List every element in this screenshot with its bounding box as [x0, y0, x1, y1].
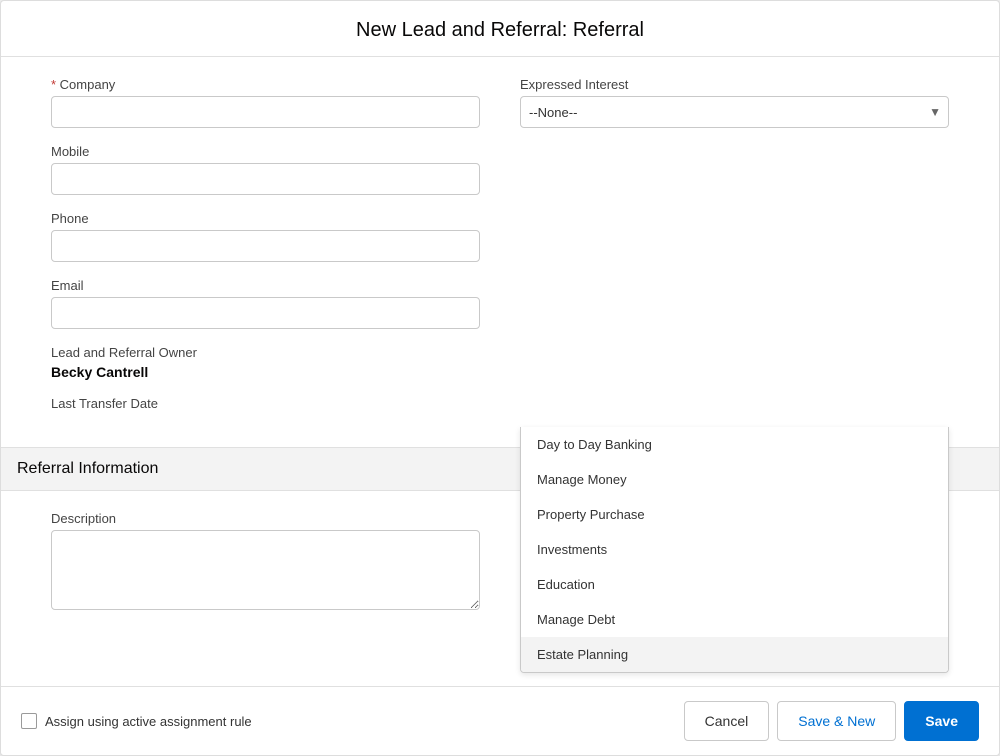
modal-title: New Lead and Referral: Referral [21, 19, 979, 42]
assignment-rule-checkbox[interactable] [21, 713, 37, 729]
footer-right: Cancel Save & New Save [684, 701, 979, 741]
phone-group: Phone [51, 211, 480, 262]
dropdown-item-0[interactable]: Day to Day Banking [521, 427, 948, 462]
phone-label: Phone [51, 211, 480, 226]
form-col-left-2: Description [51, 511, 480, 631]
description-group: Description [51, 511, 480, 615]
form-col-left-1: Company Mobile Phone Email Lead and Refe… [51, 77, 480, 427]
lead-owner-value: Becky Cantrell [51, 364, 480, 380]
email-label: Email [51, 278, 480, 293]
company-group: Company [51, 77, 480, 128]
expressed-interest-label: Expressed Interest [520, 77, 949, 92]
expressed-interest-dropdown: Day to Day Banking Manage Money Property… [520, 427, 949, 673]
form-col-right-1: Expressed Interest --None-- Day to Day B… [520, 77, 949, 427]
dropdown-item-2[interactable]: Property Purchase [521, 497, 948, 532]
assignment-rule-label[interactable]: Assign using active assignment rule [21, 713, 252, 729]
dropdown-item-3[interactable]: Investments [521, 532, 948, 567]
save-button[interactable]: Save [904, 701, 979, 741]
dropdown-scroll-area[interactable]: Day to Day Banking Manage Money Property… [521, 427, 948, 672]
footer-left: Assign using active assignment rule [21, 713, 252, 729]
email-input[interactable] [51, 297, 480, 329]
description-textarea[interactable] [51, 530, 480, 610]
modal-body: Company Mobile Phone Email Lead and Refe… [1, 57, 999, 686]
mobile-group: Mobile [51, 144, 480, 195]
expressed-interest-group: Expressed Interest --None-- Day to Day B… [520, 77, 949, 128]
mobile-label: Mobile [51, 144, 480, 159]
company-input[interactable] [51, 96, 480, 128]
expressed-interest-wrapper: --None-- Day to Day Banking Manage Money… [520, 96, 949, 128]
expressed-interest-select[interactable]: --None-- Day to Day Banking Manage Money… [520, 96, 949, 128]
dropdown-item-4[interactable]: Education [521, 567, 948, 602]
dropdown-item-1[interactable]: Manage Money [521, 462, 948, 497]
modal-container: New Lead and Referral: Referral Company … [0, 0, 1000, 756]
assignment-rule-text: Assign using active assignment rule [45, 714, 252, 729]
modal-header: New Lead and Referral: Referral [1, 1, 999, 57]
description-label: Description [51, 511, 480, 526]
dropdown-item-5[interactable]: Manage Debt [521, 602, 948, 637]
email-group: Email [51, 278, 480, 329]
phone-input[interactable] [51, 230, 480, 262]
mobile-input[interactable] [51, 163, 480, 195]
cancel-button[interactable]: Cancel [684, 701, 770, 741]
last-transfer-group: Last Transfer Date [51, 396, 480, 411]
lead-owner-group: Lead and Referral Owner Becky Cantrell [51, 345, 480, 380]
save-new-button[interactable]: Save & New [777, 701, 896, 741]
last-transfer-label: Last Transfer Date [51, 396, 480, 411]
form-row-1: Company Mobile Phone Email Lead and Refe… [51, 77, 949, 427]
modal-footer: Assign using active assignment rule Canc… [1, 686, 999, 755]
dropdown-item-6[interactable]: Estate Planning [521, 637, 948, 672]
company-label: Company [51, 77, 480, 92]
lead-owner-label: Lead and Referral Owner [51, 345, 480, 360]
